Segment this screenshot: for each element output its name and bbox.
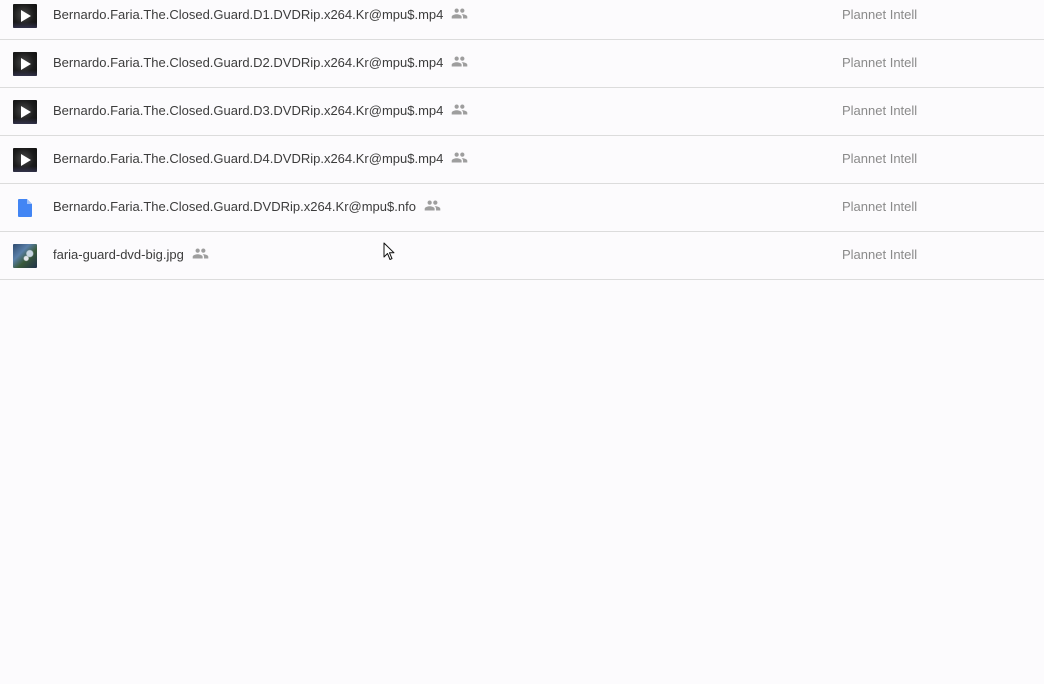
- file-name-cell: Bernardo.Faria.The.Closed.Guard.DVDRip.x…: [53, 199, 441, 214]
- video-thumbnail-icon: [13, 100, 37, 124]
- people-icon: [452, 56, 468, 67]
- file-row[interactable]: Bernardo.Faria.The.Closed.Guard.D4.DVDRi…: [0, 136, 1044, 184]
- people-icon: [452, 8, 468, 19]
- file-list: Bernardo.Faria.The.Closed.Guard.D1.DVDRi…: [0, 0, 1044, 280]
- video-thumbnail-icon: [13, 148, 37, 172]
- file-name: faria-guard-dvd-big.jpg: [53, 247, 184, 262]
- file-row[interactable]: Bernardo.Faria.The.Closed.Guard.D2.DVDRi…: [0, 40, 1044, 88]
- owner-cell: Plannet Intell: [842, 199, 918, 214]
- file-name: Bernardo.Faria.The.Closed.Guard.D2.DVDRi…: [53, 55, 444, 70]
- people-icon: [452, 152, 468, 163]
- people-icon: [452, 104, 468, 115]
- file-row[interactable]: faria-guard-dvd-big.jpg Plannet Intell: [0, 232, 1044, 280]
- file-row[interactable]: Bernardo.Faria.The.Closed.Guard.DVDRip.x…: [0, 184, 1044, 232]
- people-icon: [192, 248, 209, 259]
- owner-cell: Plannet Intell: [842, 247, 918, 262]
- video-thumbnail-icon: [13, 52, 37, 76]
- video-thumbnail-icon: [13, 4, 37, 28]
- file-row[interactable]: Bernardo.Faria.The.Closed.Guard.D1.DVDRi…: [0, 0, 1044, 40]
- play-icon: [21, 154, 31, 166]
- play-icon: [21, 106, 31, 118]
- file-name: Bernardo.Faria.The.Closed.Guard.D4.DVDRi…: [53, 151, 444, 166]
- file-name-cell: Bernardo.Faria.The.Closed.Guard.D4.DVDRi…: [53, 151, 468, 166]
- file-row[interactable]: Bernardo.Faria.The.Closed.Guard.D3.DVDRi…: [0, 88, 1044, 136]
- play-icon: [21, 58, 31, 70]
- file-name: Bernardo.Faria.The.Closed.Guard.D3.DVDRi…: [53, 103, 444, 118]
- file-name-cell: faria-guard-dvd-big.jpg: [53, 247, 209, 262]
- file-name-cell: Bernardo.Faria.The.Closed.Guard.D1.DVDRi…: [53, 7, 468, 22]
- file-name-cell: Bernardo.Faria.The.Closed.Guard.D2.DVDRi…: [53, 55, 468, 70]
- owner-cell: Plannet Intell: [842, 103, 918, 118]
- people-icon: [424, 200, 441, 211]
- owner-cell: Plannet Intell: [842, 7, 918, 22]
- owner-cell: Plannet Intell: [842, 55, 918, 70]
- document-icon-svg: [18, 199, 32, 217]
- play-icon: [21, 10, 31, 22]
- file-name: Bernardo.Faria.The.Closed.Guard.D1.DVDRi…: [53, 7, 444, 22]
- image-thumbnail-icon: [13, 244, 37, 268]
- document-icon: [13, 196, 37, 220]
- owner-cell: Plannet Intell: [842, 151, 918, 166]
- file-name-cell: Bernardo.Faria.The.Closed.Guard.D3.DVDRi…: [53, 103, 468, 118]
- file-name: Bernardo.Faria.The.Closed.Guard.DVDRip.x…: [53, 199, 416, 214]
